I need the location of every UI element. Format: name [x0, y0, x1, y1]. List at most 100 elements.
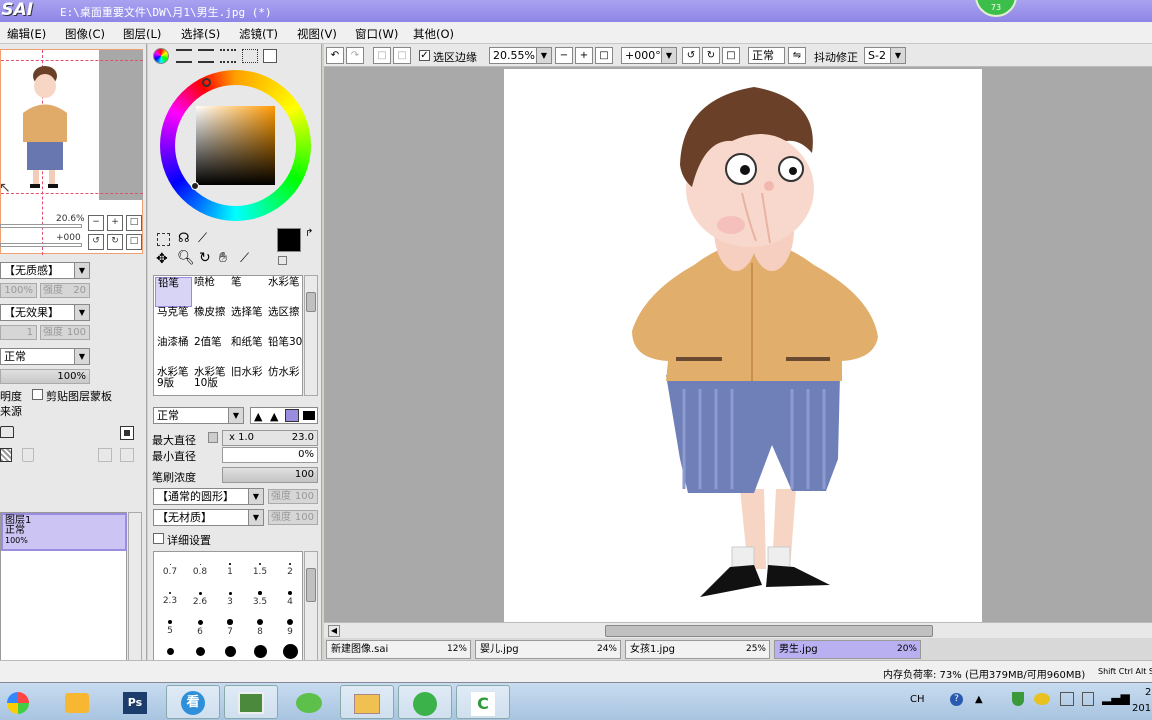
canvas-paper[interactable]	[504, 69, 982, 622]
tool-select-eraser[interactable]: 选区擦	[266, 307, 303, 337]
doc-tab-girl[interactable]: 女孩1.jpg 25%	[625, 640, 770, 659]
brush-size-cell[interactable]: 0.7	[155, 554, 185, 582]
taskbar-wechat[interactable]	[282, 685, 336, 719]
rotate-right-button[interactable]: ↻	[107, 234, 123, 250]
magic-wand-icon[interactable]: ⟋	[198, 231, 207, 246]
tool-marker[interactable]: 马克笔	[155, 307, 192, 337]
redo-button[interactable]: ↷	[346, 47, 364, 64]
delete-layer-icon[interactable]	[22, 448, 34, 462]
palette-tab[interactable]	[242, 49, 258, 63]
deselect-button[interactable]: □	[373, 47, 391, 64]
network-icon[interactable]: ▂▄▆	[1102, 691, 1130, 705]
brush-texture-strength[interactable]: 强度 100	[268, 510, 318, 525]
rotate-icon[interactable]: ↻	[199, 250, 211, 266]
swap-colors-icon[interactable]: ↱	[305, 228, 313, 239]
rotate-reset-button[interactable]: □	[126, 234, 142, 250]
tool-select-pen[interactable]: 选择笔	[229, 307, 266, 337]
doc-tab-boy[interactable]: 男生.jpg 20%	[774, 640, 921, 659]
tool-grid-scrollbar[interactable]	[304, 275, 318, 396]
tool-old-watercolor[interactable]: 旧水彩	[229, 367, 266, 397]
brush-size-cell[interactable]: 4	[275, 583, 305, 611]
zoom-select[interactable]: 20.55% ▼	[489, 47, 552, 64]
brush-size-cell[interactable]: 8	[245, 612, 275, 640]
menu-other[interactable]: 其他(O)	[413, 26, 454, 42]
doc-tab-baby[interactable]: 婴儿.jpg 24%	[475, 640, 621, 659]
max-size-lock[interactable]	[208, 432, 218, 443]
clipping-mask-checkbox[interactable]	[32, 389, 43, 400]
min-size-field[interactable]: 0%	[222, 447, 318, 463]
tool-airbrush[interactable]: 喷枪	[192, 277, 229, 307]
brush-size-cell[interactable]: 3	[215, 583, 245, 611]
detail-settings-checkbox[interactable]	[153, 533, 164, 544]
flip-horizontal-button[interactable]: ⇋	[788, 47, 806, 64]
scroll-left-button[interactable]: ◀	[328, 625, 340, 637]
input-language[interactable]: CH	[910, 694, 925, 705]
toolbar-zoom-out-button[interactable]: −	[555, 47, 573, 64]
tool-binary-pen[interactable]: 2值笔	[192, 337, 229, 367]
hand-icon[interactable]: ✋︎	[219, 250, 227, 266]
clock-time[interactable]: 2	[1145, 687, 1151, 698]
brush-size-cell[interactable]: 3.5	[245, 583, 275, 611]
max-size-field[interactable]: x 1.0 23.0	[222, 430, 318, 446]
help-icon[interactable]: ?	[950, 693, 963, 706]
security-icon[interactable]	[1012, 692, 1024, 706]
menu-window[interactable]: 窗口(W)	[355, 26, 398, 42]
performance-badge[interactable]: 73	[975, 0, 1017, 17]
navigator-zoom-slider[interactable]	[0, 224, 82, 228]
doc-tab-new-image[interactable]: 新建图像.sai 12%	[326, 640, 471, 659]
zoom-out-button[interactable]: −	[88, 215, 104, 231]
navigator-rotation-slider[interactable]	[0, 243, 82, 247]
brush-size-cell[interactable]: 1	[215, 554, 245, 582]
rotate-left-button[interactable]: ↺	[88, 234, 104, 250]
tray-device-icon[interactable]	[1060, 692, 1074, 706]
toolbar-rotate-left-button[interactable]: ↺	[682, 47, 700, 64]
saturation-value-square[interactable]	[196, 106, 275, 185]
brush-size-cell[interactable]: 5	[155, 612, 185, 640]
lasso-icon[interactable]: ☊	[178, 231, 190, 246]
layer-effect-width[interactable]: 1	[0, 325, 37, 340]
color-wheel-tab[interactable]	[153, 48, 169, 64]
copy-layer-icon[interactable]	[98, 448, 112, 462]
swatches-tab[interactable]	[220, 49, 236, 63]
folder-icon[interactable]	[0, 426, 14, 438]
menu-filter[interactable]: 滤镜(T)	[239, 26, 278, 42]
taskbar-viewer[interactable]: 看	[166, 685, 220, 719]
clock-date[interactable]: 201	[1132, 703, 1151, 714]
layer-blend-mode-select[interactable]: 正常 ▼	[0, 348, 90, 365]
color-wheel[interactable]	[160, 70, 311, 221]
invert-selection-button[interactable]: □	[393, 47, 411, 64]
menu-edit[interactable]: 编辑(E)	[7, 26, 46, 42]
hsv-slider-tab[interactable]	[198, 49, 214, 63]
scrollbar-thumb[interactable]	[605, 625, 933, 637]
taskbar-photoshop[interactable]: Ps	[108, 685, 162, 719]
brush-shape-selector[interactable]: ▲ ▲	[250, 407, 318, 424]
brush-size-cell[interactable]: 9	[275, 612, 305, 640]
menu-view[interactable]: 视图(V)	[297, 26, 337, 42]
move-icon[interactable]: ✥	[156, 251, 168, 267]
taskbar-explorer[interactable]	[340, 685, 394, 719]
taskbar-browser[interactable]	[398, 685, 452, 719]
scratchpad-tab[interactable]	[263, 49, 277, 63]
menu-image[interactable]: 图像(C)	[65, 26, 105, 42]
zoom-icon[interactable]: 🔍︎	[177, 250, 195, 266]
toolbar-zoom-in-button[interactable]: +	[575, 47, 593, 64]
menu-layer[interactable]: 图层(L)	[123, 26, 161, 42]
tray-app-icon[interactable]	[1034, 693, 1050, 705]
size-grid-scrollbar[interactable]	[304, 551, 318, 663]
selection-edge-checkbox[interactable]: ✓	[419, 50, 430, 61]
start-button[interactable]	[2, 685, 34, 719]
brush-size-cell[interactable]: 7	[215, 612, 245, 640]
menu-select[interactable]: 选择(S)	[181, 26, 220, 42]
tool-bucket[interactable]: 油漆桶	[155, 337, 192, 367]
taskbar-camtasia[interactable]: C	[456, 685, 510, 719]
rect-select-icon[interactable]	[157, 233, 170, 246]
rgb-slider-tab[interactable]	[176, 49, 192, 63]
tool-washi-pen[interactable]: 和纸笔	[229, 337, 266, 367]
tool-pencil[interactable]: 铅笔	[155, 277, 192, 307]
taskbar-sai[interactable]	[224, 685, 278, 719]
clear-layer-icon[interactable]	[120, 448, 134, 462]
toolbar-rotate-right-button[interactable]: ↻	[702, 47, 720, 64]
taskbar-app-0[interactable]	[50, 685, 104, 719]
tray-clipboard-icon[interactable]	[1082, 692, 1094, 706]
brush-size-cell[interactable]: 6	[185, 612, 215, 640]
